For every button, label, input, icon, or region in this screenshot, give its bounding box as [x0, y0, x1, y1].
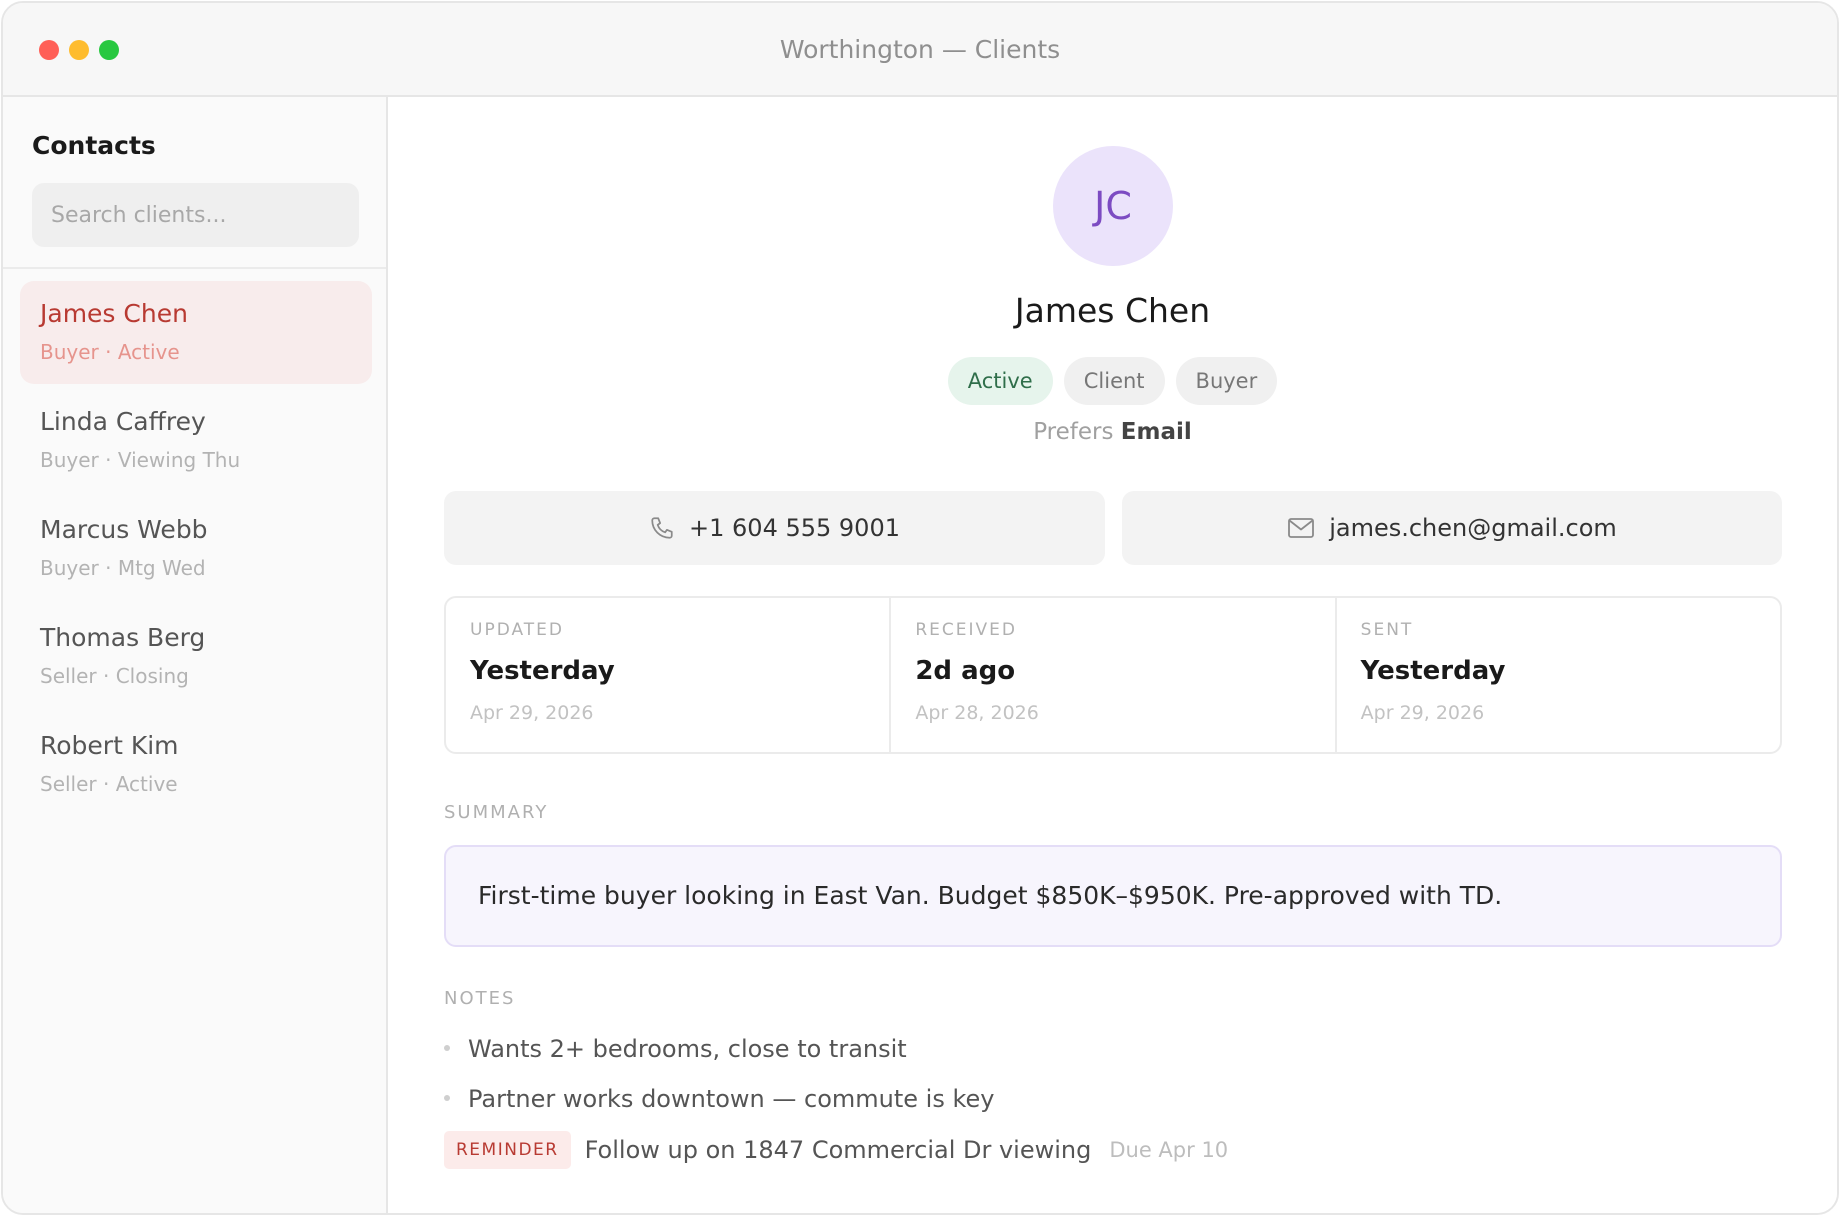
- window-title: Worthington — Clients: [779, 35, 1061, 64]
- title-bar: Worthington — Clients: [3, 3, 1837, 97]
- note-item: Wants 2+ bedrooms, close to transit: [444, 1032, 907, 1066]
- contact-list: James Chen Buyer · Active Linda Caffrey …: [20, 281, 372, 821]
- prefers-value: Email: [1120, 419, 1192, 445]
- contact-item-james-chen[interactable]: James Chen Buyer · Active: [20, 281, 372, 384]
- activity-stats: UPDATED Yesterday Apr 29, 2026 RECEIVED …: [444, 596, 1782, 754]
- note-item: Partner works downtown — commute is key: [444, 1082, 994, 1116]
- stat-date: Apr 29, 2026: [1360, 702, 1485, 724]
- tag-active: Active: [947, 357, 1053, 405]
- contact-item-robert-kim[interactable]: Robert Kim Seller · Active: [20, 713, 372, 816]
- contact-subtitle: Buyer · Viewing Thu: [40, 448, 241, 472]
- contact-name: James Chen: [40, 299, 188, 328]
- stat-updated: UPDATED Yesterday Apr 29, 2026: [446, 598, 889, 752]
- reminder-badge: REMINDER: [444, 1131, 571, 1169]
- email-button[interactable]: james.chen@gmail.com: [1122, 491, 1782, 565]
- mail-icon: [1287, 517, 1315, 539]
- contact-subtitle: Buyer · Mtg Wed: [40, 556, 206, 580]
- client-name: James Chen: [1014, 291, 1211, 330]
- contact-subtitle: Seller · Closing: [40, 664, 189, 688]
- phone-icon: [649, 515, 675, 541]
- stat-date: Apr 28, 2026: [915, 702, 1039, 724]
- avatar: JC: [1053, 146, 1173, 266]
- sidebar-heading: Contacts: [32, 131, 156, 160]
- summary-label: SUMMARY: [444, 802, 549, 823]
- contact-name: Marcus Webb: [40, 515, 208, 544]
- stat-value: Yesterday: [1360, 656, 1506, 686]
- stat-sent: SENT Yesterday Apr 29, 2026: [1334, 598, 1780, 752]
- reminder-text: Follow up on 1847 Commercial Dr viewing: [584, 1136, 1092, 1164]
- prefers-label: Prefers: [1033, 419, 1114, 445]
- tag-buyer: Buyer: [1175, 357, 1278, 405]
- sidebar-header: Contacts: [3, 97, 386, 269]
- contact-item-thomas-berg[interactable]: Thomas Berg Seller · Closing: [20, 605, 372, 708]
- reminder-due-date: Due Apr 10: [1109, 1138, 1229, 1162]
- stat-label: SENT: [1360, 620, 1414, 640]
- stat-received: RECEIVED 2d ago Apr 28, 2026: [889, 598, 1334, 752]
- note-text: Wants 2+ bedrooms, close to transit: [468, 1035, 907, 1063]
- summary-text: First-time buyer looking in East Van. Bu…: [444, 845, 1782, 947]
- sidebar: Contacts James Chen Buyer · Active Linda…: [3, 97, 388, 1213]
- contact-subtitle: Seller · Active: [40, 772, 178, 796]
- contact-item-marcus-webb[interactable]: Marcus Webb Buyer · Mtg Wed: [20, 497, 372, 600]
- contact-item-linda-caffrey[interactable]: Linda Caffrey Buyer · Viewing Thu: [20, 389, 372, 492]
- search-input[interactable]: [32, 183, 359, 247]
- notes-label: NOTES: [444, 988, 516, 1009]
- bullet-icon: [444, 1095, 450, 1101]
- contact-subtitle: Buyer · Active: [40, 340, 180, 364]
- client-detail-panel: JC James Chen Active Client Buyer Prefer…: [388, 97, 1837, 1213]
- email-address: james.chen@gmail.com: [1329, 514, 1617, 542]
- stat-value: 2d ago: [915, 656, 1016, 686]
- bullet-icon: [444, 1045, 450, 1051]
- stat-date: Apr 29, 2026: [470, 702, 594, 724]
- stat-label: RECEIVED: [915, 620, 1017, 640]
- phone-number: +1 604 555 9001: [689, 514, 900, 542]
- contact-name: Thomas Berg: [40, 623, 206, 652]
- reminder-item[interactable]: REMINDER Follow up on 1847 Commercial Dr…: [444, 1131, 1228, 1169]
- contact-name: Robert Kim: [40, 731, 179, 760]
- phone-button[interactable]: +1 604 555 9001: [444, 491, 1105, 565]
- stat-value: Yesterday: [470, 656, 615, 686]
- app-window: Worthington — Clients Contacts James Che…: [1, 1, 1839, 1215]
- note-text: Partner works downtown — commute is key: [468, 1085, 995, 1113]
- contact-preference: Prefers Email: [388, 419, 1837, 445]
- status-tags: Active Client Buyer: [388, 357, 1837, 405]
- contact-name: Linda Caffrey: [40, 407, 206, 436]
- tag-client: Client: [1063, 357, 1165, 405]
- stat-label: UPDATED: [470, 620, 565, 640]
